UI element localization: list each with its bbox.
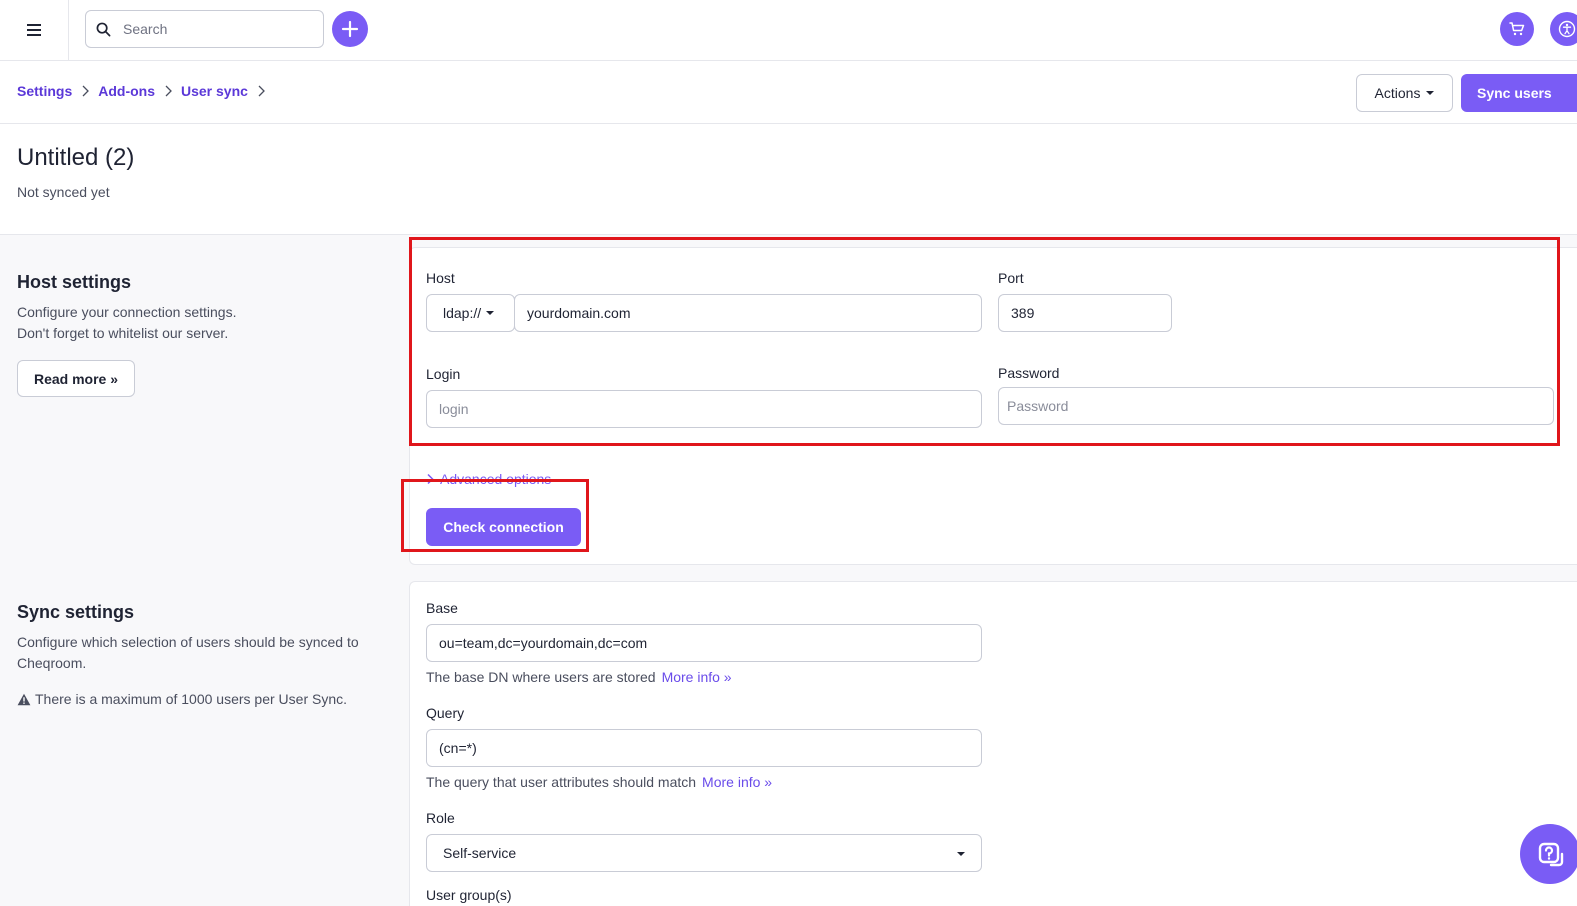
sync-settings-card: Base The base DN where users are storedM…: [409, 581, 1577, 906]
host-label: Host: [426, 270, 455, 286]
advanced-options-label: Advanced options: [440, 471, 552, 487]
breadcrumb-item-settings[interactable]: Settings: [17, 83, 72, 99]
sync-settings-description: Configure which selection of users shoul…: [17, 634, 359, 671]
accessibility-button[interactable]: [1550, 12, 1577, 46]
host-settings-card: Host ldap:// Port Login Password Advance…: [409, 247, 1577, 565]
chevron-right-icon: [165, 85, 172, 97]
query-label: Query: [426, 705, 465, 721]
breadcrumb-item-user-sync[interactable]: User sync: [181, 83, 248, 99]
warning-icon: [17, 693, 31, 706]
breadcrumb-item-add-ons[interactable]: Add-ons: [98, 83, 155, 99]
port-label: Port: [998, 270, 1024, 286]
breadcrumb-bar: Settings Add-ons User sync Actions Sync …: [0, 61, 1577, 124]
chevron-right-icon: [427, 473, 434, 485]
caret-down-icon: [957, 852, 965, 856]
menu-button[interactable]: [0, 0, 69, 60]
protocol-value: ldap://: [443, 305, 482, 321]
sync-settings-title: Sync settings: [17, 602, 135, 622]
top-bar: [0, 0, 1577, 61]
content-area: Host settings Configure your connection …: [0, 235, 1577, 906]
cart-button[interactable]: [1500, 12, 1534, 46]
accessibility-icon: [1558, 20, 1576, 38]
base-input[interactable]: [426, 624, 982, 662]
help-chat-button[interactable]: [1520, 824, 1577, 884]
caret-down-icon: [1426, 91, 1435, 95]
port-input[interactable]: [998, 294, 1172, 332]
role-label: Role: [426, 810, 455, 826]
protocol-select[interactable]: ldap://: [426, 294, 515, 332]
login-input[interactable]: [426, 390, 982, 428]
search-box[interactable]: [85, 10, 324, 48]
base-more-info-link[interactable]: More info »: [662, 669, 732, 685]
host-settings-description: Configure your connection settings. Don'…: [17, 304, 237, 341]
base-help: The base DN where users are stored More i…: [426, 669, 732, 685]
cart-icon: [1509, 22, 1525, 36]
password-label: Password: [998, 365, 1060, 381]
plus-icon: [341, 20, 359, 38]
add-button[interactable]: [332, 11, 368, 47]
max-users-warning: There is a maximum of 1000 users per Use…: [17, 689, 347, 710]
chevron-right-icon: [258, 85, 265, 97]
breadcrumb: Settings Add-ons User sync: [17, 83, 274, 99]
host-settings-title: Host settings: [17, 272, 132, 292]
page-title: Untitled (2): [17, 144, 135, 171]
read-more-button[interactable]: Read more »: [17, 360, 135, 397]
chat-help-icon: [1538, 842, 1564, 867]
base-label: Base: [426, 600, 458, 616]
query-more-info-link[interactable]: More info »: [702, 774, 772, 790]
host-input[interactable]: [514, 294, 982, 332]
hamburger-menu-icon: [27, 24, 41, 36]
search-input[interactable]: [123, 21, 313, 37]
chevron-right-icon: [82, 85, 90, 97]
actions-label: Actions: [1374, 85, 1421, 101]
sync-status: Not synced yet: [17, 184, 110, 200]
query-input[interactable]: [426, 729, 982, 767]
role-select[interactable]: Self-service: [426, 834, 982, 872]
advanced-options-toggle[interactable]: Advanced options: [426, 471, 551, 487]
sync-users-button[interactable]: Sync users: [1461, 74, 1577, 112]
query-help: The query that user attributes should ma…: [426, 774, 773, 790]
check-connection-button[interactable]: Check connection: [426, 508, 581, 546]
actions-dropdown-button[interactable]: Actions: [1356, 74, 1453, 112]
caret-down-icon: [486, 311, 495, 315]
search-icon: [96, 22, 111, 36]
title-area: Untitled (2) Not synced yet: [0, 124, 1577, 235]
role-value: Self-service: [443, 845, 517, 861]
login-label: Login: [426, 366, 461, 382]
user-groups-label: User group(s): [426, 887, 512, 903]
password-input[interactable]: [998, 387, 1554, 425]
